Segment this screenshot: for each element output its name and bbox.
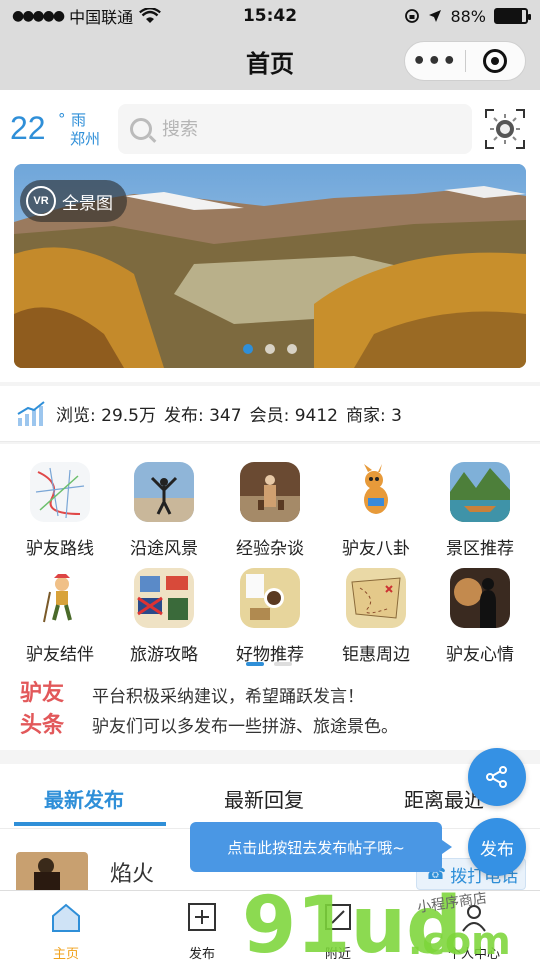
nearby-icon (325, 904, 351, 930)
treasure-map-icon (346, 568, 406, 628)
banner-dot[interactable] (265, 344, 275, 354)
category-label: 钜惠周边 (342, 645, 410, 665)
wifi-icon (139, 8, 162, 23)
tab-latest-posts[interactable]: 最新发布 (44, 784, 124, 813)
category-label: 驴友心情 (446, 645, 514, 665)
more-button[interactable]: ••• (405, 49, 465, 74)
merchants-stat: 商家: 3 (345, 406, 402, 426)
category-item[interactable]: 景区推荐 (426, 462, 534, 559)
search-input[interactable] (162, 118, 452, 140)
target-icon (483, 49, 508, 73)
category-item[interactable]: 驴友结伴 (6, 568, 114, 665)
lake-boat-icon (450, 462, 510, 522)
travel-guide-icon (134, 568, 194, 628)
post-thumbnail[interactable] (16, 852, 88, 890)
traveler-photo-icon (240, 462, 300, 522)
tabbar-label: 附近 (324, 947, 351, 960)
category-item[interactable]: 沿途风景 (110, 462, 218, 559)
post-title[interactable]: 焰火 (110, 856, 154, 888)
headline-item[interactable]: 驴友们可以多发布一些拼游、旅途景色。 (92, 712, 398, 742)
active-tab-indicator (14, 822, 166, 826)
vr-icon: VR (26, 186, 56, 216)
home-icon (52, 903, 80, 932)
headline-logo-line1: 驴友 (20, 681, 65, 706)
grid-page-dot[interactable] (274, 662, 292, 666)
tabbar-home[interactable]: 主页 (16, 891, 116, 960)
publish-tooltip: 点击此按钮去发布帖子哦~ (190, 822, 452, 872)
category-item[interactable]: 经验杂谈 (216, 462, 324, 559)
category-label: 驴友八卦 (342, 539, 410, 559)
banner-dot[interactable] (243, 344, 253, 354)
category-item[interactable]: 驴友八卦 (322, 462, 430, 559)
battery-icon (494, 8, 531, 24)
headline-logo: 驴友 头条 (20, 678, 76, 742)
members-stat: 会员: 9412 (249, 406, 338, 426)
category-label: 驴友路线 (26, 539, 94, 559)
scenery-photo-icon (134, 462, 194, 522)
tabbar-label: 发布 (188, 947, 215, 960)
route-map-icon (30, 462, 90, 522)
vr-panorama-button[interactable]: VR 全景图 (20, 180, 127, 222)
banner-indicators (14, 344, 526, 354)
grid-page-dot[interactable] (246, 662, 264, 666)
degree-symbol: ° (58, 110, 66, 128)
category-label: 景区推荐 (446, 539, 514, 559)
temperature: 22 (10, 110, 46, 146)
category-item[interactable]: 旅游攻略 (110, 568, 218, 665)
banner-dot[interactable] (287, 344, 297, 354)
user-icon (462, 905, 486, 932)
carrier-label: 中国联通 (69, 8, 134, 27)
tabbar-label: 个人中心 (447, 947, 500, 960)
trend-chart-icon (17, 400, 45, 426)
category-item[interactable]: 驴友路线 (6, 462, 114, 559)
category-label: 经验杂谈 (236, 539, 304, 559)
rotation-lock-icon (405, 9, 420, 23)
posts-stat: 发布: 347 (163, 406, 242, 426)
category-item[interactable]: 好物推荐 (216, 568, 324, 665)
tabbar-profile[interactable]: 个人中心 (424, 891, 524, 960)
banner-carousel[interactable]: VR 全景图 (14, 164, 526, 368)
stats-bar: 浏览: 29.5万 发布: 347 会员: 9412 商家: 3 (0, 386, 540, 442)
category-item[interactable]: 钜惠周边 (322, 568, 430, 665)
mini-program-capsule: ••• (404, 41, 526, 81)
navigation-bar: 首页 ••• (0, 32, 540, 90)
close-mini-program-button[interactable] (465, 49, 525, 73)
headline-logo-line2: 头条 (20, 713, 65, 738)
cartoon-kangaroo-icon (346, 462, 406, 522)
header-area: 22 ° 雨 郑州 搜索 VR 全景图 (0, 90, 540, 382)
views-stat: 浏览: 29.5万 (56, 406, 156, 426)
coffee-items-icon (240, 568, 300, 628)
tab-latest-replies[interactable]: 最新回复 (224, 784, 304, 813)
share-icon (486, 766, 507, 788)
tabbar-nearby[interactable]: 附近 (288, 891, 388, 960)
weather-city: 郑州 (70, 130, 101, 148)
search-icon (130, 118, 152, 140)
scan-code-icon[interactable] (484, 108, 526, 150)
publish-floating-button[interactable]: 发布 (468, 818, 526, 876)
category-label: 沿途风景 (130, 539, 198, 559)
search-bar[interactable] (118, 104, 472, 154)
tabbar-label: 主页 (52, 947, 79, 960)
headline-section[interactable]: 驴友 头条 平台积极采纳建议，希望踊跃发言！ 驴友们可以多发布一些拼游、旅途景色… (0, 678, 540, 750)
share-button[interactable] (468, 748, 526, 806)
tabbar-publish[interactable]: 发布 (152, 891, 252, 960)
status-bar: ●●●●● 中国联通 15:42 88% (0, 0, 540, 32)
vr-label: 全景图 (62, 193, 113, 214)
bottom-tab-bar: 主页 发布 附近 个人中心 (0, 890, 540, 960)
weather-condition: 雨 (71, 111, 87, 129)
grid-page-indicator (246, 662, 292, 666)
location-arrow-icon (429, 10, 442, 22)
category-item[interactable]: 驴友心情 (426, 568, 534, 665)
category-label: 旅游攻略 (130, 645, 198, 665)
cartoon-hiker-icon (30, 568, 90, 628)
battery-percent: 88% (450, 6, 486, 26)
signal-icon: ●●●●● (12, 8, 65, 24)
plus-square-icon (188, 903, 216, 931)
headline-item[interactable]: 平台积极采纳建议，希望踊跃发言！ (92, 682, 398, 712)
category-label: 驴友结伴 (26, 645, 94, 665)
sunset-silhouette-icon (450, 568, 510, 628)
